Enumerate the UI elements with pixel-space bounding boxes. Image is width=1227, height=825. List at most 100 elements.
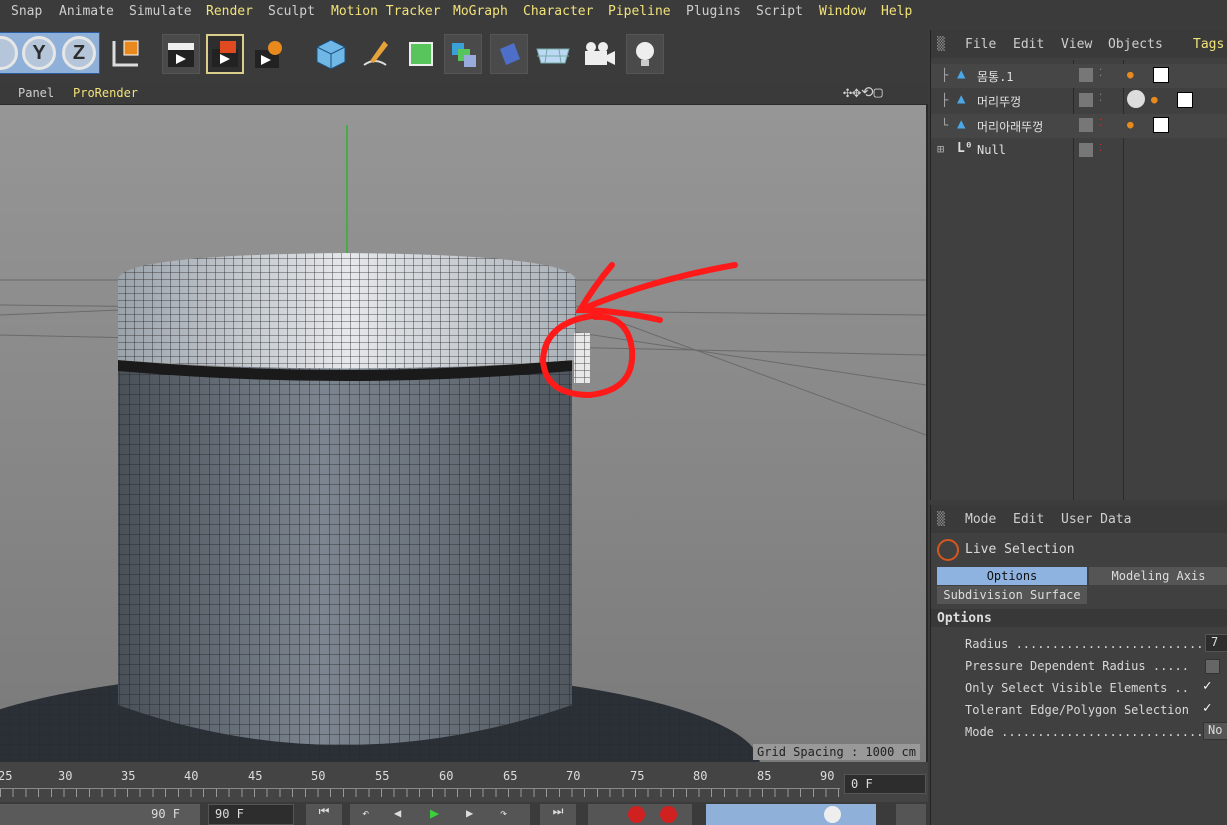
menu-render[interactable]: Render [206, 4, 253, 19]
tick-label: 40 [184, 769, 199, 783]
tree-branch-icon: ├ [941, 93, 949, 107]
expand-icon[interactable]: ⊞ [937, 142, 944, 156]
floor-button[interactable] [534, 34, 572, 74]
tree-branch-icon: ├ [941, 68, 949, 82]
menu-plugins[interactable]: Plugins [686, 4, 741, 19]
y-axis-button[interactable]: Y [22, 36, 56, 70]
preview-range-slider[interactable]: 90 F [0, 804, 200, 825]
render-region-button[interactable] [206, 34, 244, 74]
object-row[interactable]: ⊞ L⁰ Null ⁚ [931, 139, 1227, 163]
object-manager-menu: ▒ File Edit View Objects Tags [931, 30, 1227, 58]
menu-script[interactable]: Script [756, 4, 803, 19]
visibility-dots[interactable]: ⁚ [1099, 93, 1102, 104]
array-button[interactable] [444, 34, 482, 74]
object-row[interactable]: ├ ▲ 몸통.1 ⁚ ● [931, 64, 1227, 88]
tab-options[interactable]: Options [937, 567, 1087, 585]
menu-animate[interactable]: Animate [59, 4, 114, 19]
menu-mode[interactable]: Mode [965, 512, 996, 527]
menu-sculpt[interactable]: Sculpt [268, 4, 315, 19]
object-name: Null [977, 143, 1006, 157]
mode-dropdown[interactable]: No [1203, 722, 1227, 740]
polygon-object-icon: ▲ [957, 91, 966, 107]
3d-viewport[interactable]: Grid Spacing : 1000 cm [0, 105, 928, 762]
visible-elements-checkbox[interactable]: ✓ [1203, 678, 1217, 694]
phong-tag-icon[interactable]: ● [1151, 93, 1158, 106]
cylinder-body [118, 367, 572, 745]
camera-icon [585, 42, 615, 65]
render-settings-icon [255, 41, 282, 68]
go-to-end-button[interactable]: ⏭ [540, 804, 576, 825]
go-to-start-button[interactable]: ⏮ [306, 804, 342, 825]
prorender-menu[interactable]: ProRender [73, 86, 138, 100]
object-row[interactable]: └ ▲ 머리아래뚜껑 ⁚ ● [931, 114, 1227, 138]
tick-label: 80 [693, 769, 708, 783]
layer-icon[interactable] [1079, 68, 1093, 82]
tab-subdivision-surface[interactable]: Subdivision Surface [937, 586, 1087, 604]
menu-motion-tracker[interactable]: Motion Tracker [331, 4, 441, 19]
menu-mograph[interactable]: MoGraph [453, 4, 508, 19]
key-mode-controls[interactable] [706, 804, 876, 825]
menu-character[interactable]: Character [523, 4, 593, 19]
menu-pipeline[interactable]: Pipeline [608, 4, 671, 19]
end-frame-field[interactable]: 90 F [208, 804, 294, 825]
tolerant-selection-checkbox[interactable]: ✓ [1203, 700, 1217, 716]
null-object-icon: L⁰ [957, 141, 973, 156]
texture-tag-icon[interactable] [1177, 92, 1193, 108]
next-key-icon: ↷ [500, 806, 508, 820]
object-name: 머리뚜껑 [977, 95, 1022, 109]
texture-tag-icon[interactable] [1153, 117, 1169, 133]
z-axis-button[interactable]: Z [62, 36, 96, 70]
menu-simulate[interactable]: Simulate [129, 4, 192, 19]
menu-window[interactable]: Window [819, 4, 866, 19]
layer-icon[interactable] [1079, 93, 1093, 107]
render-settings-button[interactable] [250, 34, 288, 74]
menu-tags[interactable]: Tags [1193, 37, 1224, 52]
menu-help[interactable]: Help [881, 4, 912, 19]
polygon-object-icon: ▲ [957, 116, 966, 132]
tick-label: 85 [757, 769, 772, 783]
material-tag-icon[interactable] [1127, 90, 1145, 108]
menu-objects[interactable]: Objects [1108, 37, 1163, 52]
menu-bar: Snap Animate Simulate Render Sculpt Moti… [0, 0, 1227, 26]
object-row[interactable]: ├ ▲ 머리뚜껑 ⁚ ● [931, 89, 1227, 113]
layer-icon[interactable] [1079, 143, 1093, 157]
radius-input[interactable]: 7 [1205, 634, 1227, 652]
visibility-dots[interactable]: ⁚ [1099, 118, 1102, 129]
playback-controls[interactable]: ↶ ◀ ▶ ▶ ↷ [350, 804, 530, 825]
object-name: 몸통.1 [977, 70, 1014, 84]
panel-menu[interactable]: Panel [18, 86, 54, 100]
tab-modeling-axis[interactable]: Modeling Axis [1089, 567, 1227, 585]
phong-tag-icon[interactable]: ● [1127, 118, 1134, 131]
current-frame-field[interactable]: 0 F [844, 774, 926, 794]
menu-view[interactable]: View [1061, 37, 1092, 52]
visibility-dots[interactable]: ⁚ [1099, 143, 1102, 154]
pressure-radius-label: Pressure Dependent Radius ..... [965, 659, 1189, 673]
pen-tool-button[interactable] [356, 34, 394, 74]
coordinate-system-button[interactable] [106, 34, 144, 74]
tolerant-selection-label: Tolerant Edge/Polygon Selection [965, 703, 1189, 717]
menu-edit[interactable]: Edit [1013, 512, 1044, 527]
cube-button[interactable] [312, 34, 350, 74]
record-controls[interactable] [588, 804, 692, 825]
tick-label: 45 [248, 769, 263, 783]
clapper-region-icon [212, 41, 238, 67]
layer-icon[interactable] [1079, 118, 1093, 132]
timeline-ruler[interactable]: 25 30 35 40 45 50 55 60 65 70 75 80 85 9… [0, 762, 928, 802]
menu-snap[interactable]: Snap [11, 4, 42, 19]
menu-user-data[interactable]: User Data [1061, 512, 1131, 527]
viewport-navigation-icons[interactable]: ✣✥⟲▢ [843, 83, 883, 101]
selected-polygons [574, 333, 590, 383]
subdivision-icon [409, 42, 433, 66]
pressure-radius-checkbox[interactable] [1205, 659, 1220, 674]
light-button[interactable] [626, 34, 664, 74]
menu-edit[interactable]: Edit [1013, 37, 1044, 52]
deformer-button[interactable] [490, 34, 528, 74]
visibility-dots[interactable]: ⁚ [1099, 68, 1102, 79]
timeline-window-button[interactable] [896, 804, 926, 825]
subdivision-surface-button[interactable] [402, 34, 440, 74]
texture-tag-icon[interactable] [1153, 67, 1169, 83]
menu-file[interactable]: File [965, 37, 996, 52]
phong-tag-icon[interactable]: ● [1127, 68, 1134, 81]
render-view-button[interactable] [162, 34, 200, 74]
camera-button[interactable] [580, 34, 618, 74]
